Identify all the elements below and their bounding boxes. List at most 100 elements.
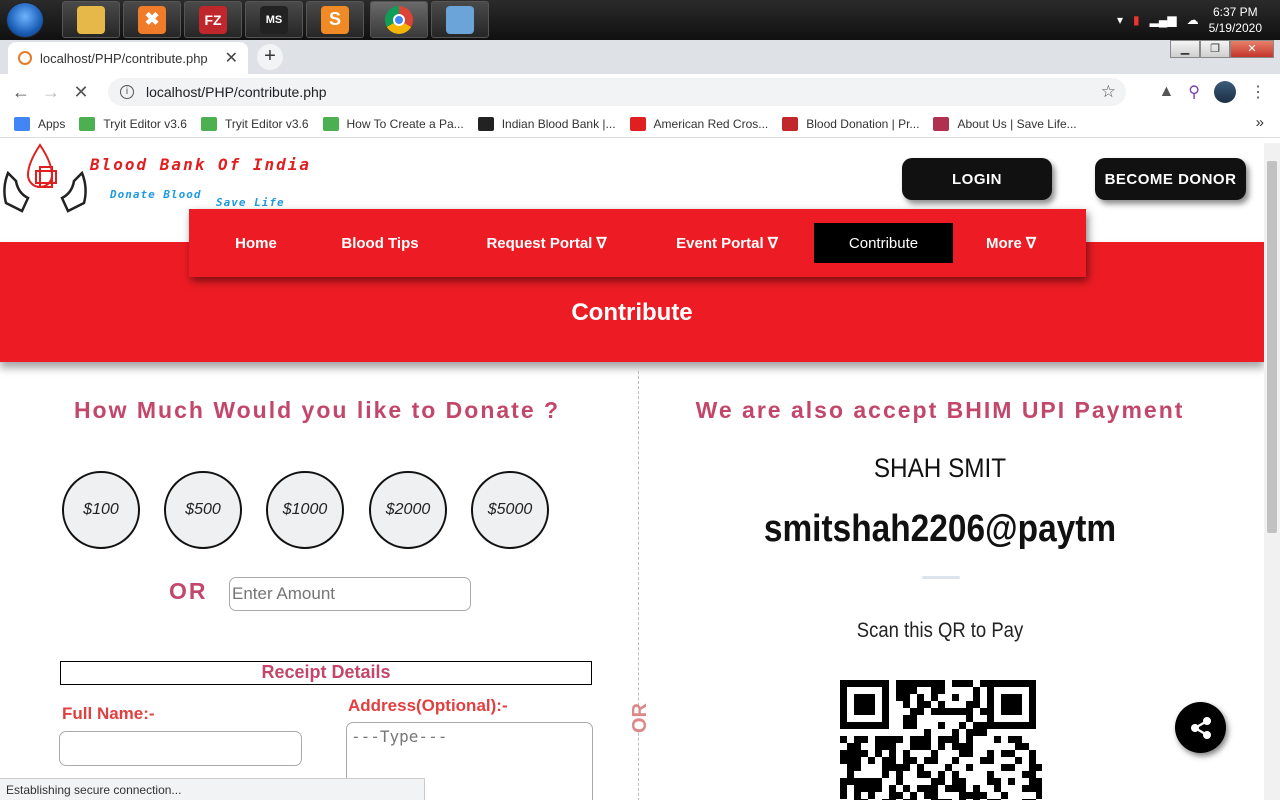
amount-button-2000[interactable]: $2000	[369, 471, 447, 549]
browser-status-bar: Establishing secure connection...	[0, 778, 425, 800]
browser-tab[interactable]: localhost/PHP/contribute.php ✕	[8, 42, 248, 74]
column-divider	[638, 371, 639, 800]
share-icon	[1190, 716, 1211, 739]
enter-amount-input[interactable]	[229, 577, 471, 611]
address-bar[interactable]: i localhost/PHP/contribute.php ☆	[108, 78, 1126, 106]
share-button[interactable]	[1175, 702, 1226, 753]
windows-taskbar: ✖ FZ MS S ▾ ▮ ▂▄▆ ☁ 6:37 PM 5/19/2020	[0, 0, 1280, 40]
bookmark-label: How To Create a Pa...	[346, 116, 464, 131]
nav-contribute[interactable]: Contribute	[814, 223, 953, 263]
windows-start-icon[interactable]	[6, 2, 44, 38]
restore-button[interactable]: ❐	[1200, 40, 1230, 58]
full-name-label: Full Name:-	[62, 704, 155, 723]
bookmark-item[interactable]: Apps	[14, 116, 66, 131]
new-tab-button[interactable]: +	[257, 44, 283, 70]
divider-or-label: OR	[620, 703, 660, 733]
profile-avatar[interactable]	[1214, 81, 1236, 103]
menu-dots-icon[interactable]: ⋮	[1250, 82, 1266, 102]
bookmark-item[interactable]: Tryit Editor v3.6	[200, 116, 309, 131]
w3schools-icon	[322, 116, 339, 131]
scan-qr-text: Scan this QR to Pay	[856, 619, 1024, 642]
linkedin-in-icon	[477, 116, 494, 131]
login-button[interactable]: LOGIN	[902, 158, 1052, 200]
stop-loading-icon[interactable]: ✕	[66, 82, 96, 103]
msoffice-tc-icon: MS	[260, 5, 288, 34]
scrollbar-thumb[interactable]	[1267, 161, 1277, 533]
taskbar-app-msoffice[interactable]: MS	[245, 1, 303, 38]
bookmark-item[interactable]: About Us | Save Life...	[933, 116, 1077, 131]
amount-button-100[interactable]: $100	[62, 471, 140, 549]
red-cross-icon	[629, 116, 646, 131]
bookmark-item[interactable]: Indian Blood Bank |...	[477, 116, 616, 131]
xampp-icon: ✖	[138, 5, 166, 34]
upi-id: smitshah2206@paytm	[763, 508, 1117, 550]
bookmark-item[interactable]: How To Create a Pa...	[322, 116, 464, 131]
tray-signal-icon[interactable]: ▂▄▆	[1150, 13, 1177, 27]
bookmark-item[interactable]: Tryit Editor v3.6	[79, 116, 187, 131]
logo-tagline-2: Save Life	[216, 196, 285, 209]
taskbar-app-chrome[interactable]	[370, 1, 428, 38]
tab-title: localhost/PHP/contribute.php	[40, 50, 208, 66]
amount-button-500[interactable]: $500	[164, 471, 242, 549]
upi-heading: We are also accept BHIM UPI Payment	[695, 397, 1185, 423]
bookmark-label: American Red Cros...	[653, 116, 769, 131]
taskbar-app-sublime[interactable]: S	[306, 1, 364, 38]
web-page: Blood Bank Of India Donate Blood Save Li…	[0, 143, 1264, 800]
amount-button-5000[interactable]: $5000	[471, 471, 549, 549]
bookmark-item[interactable]: American Red Cros...	[629, 116, 769, 131]
blood-donation-icon	[782, 116, 799, 131]
bookmark-label: Apps	[38, 116, 66, 131]
page-title: Contribute	[571, 299, 693, 326]
nav-blood-tips[interactable]: Blood Tips	[320, 223, 440, 263]
nav-request-portal[interactable]: Request Portal ∇	[464, 223, 629, 263]
site-info-icon[interactable]: i	[120, 85, 134, 99]
nav-event-portal[interactable]: Event Portal ∇	[652, 223, 802, 263]
bookmarks-bar: Apps Tryit Editor v3.6 Tryit Editor v3.6 Ho…	[0, 110, 1280, 138]
taskbar-app-filezilla[interactable]: FZ	[184, 1, 242, 38]
bookmark-item[interactable]: Blood Donation | Pr...	[782, 116, 920, 131]
file-explorer-icon	[77, 5, 105, 34]
address-url: localhost/PHP/contribute.php	[146, 84, 327, 100]
bookmark-label: About Us | Save Life...	[957, 116, 1077, 131]
forward-icon[interactable]: →	[36, 82, 66, 103]
separator	[922, 576, 960, 579]
tray-battery-icon[interactable]: ▮	[1133, 13, 1140, 27]
taskbar-app-xampp[interactable]: ✖	[123, 1, 181, 38]
tray-clock[interactable]: 6:37 PM 5/19/2020	[1209, 4, 1262, 36]
sublime-text-icon: S	[321, 5, 349, 34]
amount-button-1000[interactable]: $1000	[266, 471, 344, 549]
bookmark-label: Tryit Editor v3.6	[103, 116, 187, 131]
receipt-details-heading: Receipt Details	[60, 661, 592, 685]
tab-favicon-icon	[18, 51, 32, 65]
clock-date: 5/19/2020	[1208, 21, 1262, 35]
bookmark-star-icon[interactable]: ☆	[1101, 82, 1116, 102]
search-extension-icon[interactable]: ⚲	[1188, 82, 1200, 102]
tray-cloud-icon[interactable]: ☁	[1187, 13, 1199, 27]
main-navbar: Home Blood Tips Request Portal ∇ Event P…	[189, 209, 1086, 277]
bookmarks-overflow-icon[interactable]: »	[1256, 114, 1264, 131]
close-window-button[interactable]: ✕	[1230, 40, 1274, 58]
paint-icon	[446, 5, 474, 34]
w3schools-icon	[200, 116, 217, 131]
upi-qr-code	[840, 680, 1042, 800]
blood-bank-logo-icon	[3, 143, 87, 213]
donate-heading: How Much Would you like to Donate ?	[73, 397, 561, 423]
full-name-input[interactable]	[59, 731, 302, 766]
nav-more[interactable]: More ∇	[969, 223, 1053, 263]
tab-close-icon[interactable]: ✕	[225, 48, 238, 68]
drive-extension-icon[interactable]: ▲	[1158, 83, 1174, 101]
nav-home[interactable]: Home	[211, 223, 301, 263]
tray-expand-icon[interactable]: ▾	[1117, 13, 1123, 27]
logo-title: Blood Bank Of India	[90, 155, 312, 174]
become-donor-button[interactable]: BECOME DONOR	[1095, 158, 1246, 200]
bookmark-label: Blood Donation | Pr...	[806, 116, 920, 131]
taskbar-app-paint[interactable]	[431, 1, 489, 38]
savelife-icon	[933, 116, 950, 131]
taskbar-app-explorer[interactable]	[62, 1, 120, 38]
window-controls: ▁ ❐ ✕	[1170, 40, 1274, 58]
chrome-icon	[385, 5, 413, 34]
page-scrollbar[interactable]	[1264, 143, 1280, 800]
or-label: OR	[169, 578, 208, 604]
minimize-button[interactable]: ▁	[1170, 40, 1200, 58]
back-icon[interactable]: ←	[6, 82, 36, 103]
